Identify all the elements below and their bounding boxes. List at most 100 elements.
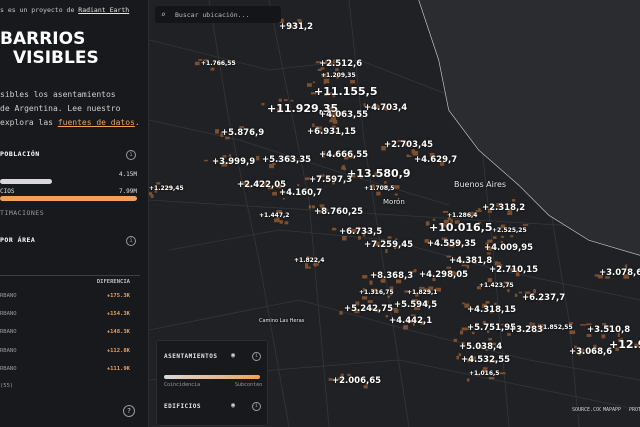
radiant-earth-link[interactable]: Radiant Earth bbox=[78, 6, 129, 14]
settlement-count-label[interactable]: +1.447,2 bbox=[259, 212, 289, 219]
settlement-area bbox=[297, 184, 300, 187]
settlement-count-label[interactable]: +8.368,3 bbox=[370, 271, 413, 281]
table-row[interactable]: RBANO +111.9K bbox=[0, 366, 130, 372]
population-title: POBLACIÓN bbox=[0, 150, 40, 158]
settlement-area bbox=[456, 355, 460, 360]
settlement-count-label[interactable]: +3.068,6 bbox=[569, 347, 612, 357]
eye-icon[interactable]: ◉ bbox=[231, 351, 235, 359]
settlement-count-label[interactable]: +931,2 bbox=[279, 22, 313, 32]
settlement-count-label[interactable]: +4.318,15 bbox=[467, 305, 516, 315]
diff-table-header: DIFERENCIA bbox=[0, 275, 140, 285]
settlement-area bbox=[361, 296, 368, 300]
settlement-count-label[interactable]: +4.703,4 bbox=[364, 103, 407, 113]
settlement-area bbox=[362, 275, 368, 279]
settlement-count-label[interactable]: +5.038,4 bbox=[459, 342, 502, 352]
settlement-count-label[interactable]: +4.063,55 bbox=[319, 110, 368, 120]
settlement-count-label[interactable]: +2.703,45 bbox=[384, 140, 433, 150]
settlement-count-label[interactable]: +1.316,75 bbox=[359, 289, 394, 296]
settlement-area bbox=[507, 212, 513, 215]
settlement-count-label[interactable]: +1.229,45 bbox=[149, 185, 184, 192]
legend-gradient bbox=[164, 375, 260, 379]
settlement-count-label[interactable]: +1.766,55 bbox=[201, 60, 236, 67]
eye-icon[interactable]: ◉ bbox=[231, 401, 235, 409]
settlement-count-label[interactable]: +4.298,05 bbox=[419, 270, 468, 280]
attribution-mapapp[interactable]: MAPAPP bbox=[601, 406, 624, 414]
settlement-count-label[interactable]: +2.710,15 bbox=[489, 265, 538, 275]
settlement-count-label[interactable]: +1.829,1 bbox=[407, 289, 437, 296]
settlement-count-label[interactable]: +3.510,8 bbox=[587, 325, 630, 335]
settlement-count-label[interactable]: +5.363,35 bbox=[262, 155, 311, 165]
intro-text: sibles los asentamientos de Argentina. L… bbox=[0, 90, 140, 127]
settlement-count-label[interactable]: +2.525,25 bbox=[492, 227, 527, 234]
table-row[interactable]: RBANO +112.8K bbox=[0, 348, 130, 354]
settlement-area bbox=[367, 300, 373, 303]
area-info-icon[interactable]: i bbox=[126, 236, 136, 246]
sidebar: s es un proyecto de Radiant Earth BARRIO… bbox=[0, 0, 149, 427]
settlement-area bbox=[488, 338, 493, 341]
settlement-area bbox=[384, 181, 387, 184]
settlement-count-label[interactable]: +1.016,5 bbox=[469, 370, 499, 377]
table-row[interactable]: RBANO +148.3K bbox=[0, 329, 130, 335]
settlement-area bbox=[510, 235, 514, 238]
asentamientos-info-icon[interactable]: i bbox=[252, 352, 261, 361]
legend-asentamientos: ASENTAMIENTOS bbox=[164, 353, 218, 360]
settlement-count-label[interactable]: +5.242,75 bbox=[344, 304, 393, 314]
settlement-count-label[interactable]: +4.009,95 bbox=[484, 243, 533, 253]
settlement-area bbox=[580, 324, 586, 326]
settlement-count-label[interactable]: +10.016,5 bbox=[429, 221, 493, 234]
population-bar-2 bbox=[0, 196, 137, 201]
table-row[interactable]: RBANO +175.3K bbox=[0, 293, 130, 299]
settlement-area bbox=[332, 119, 338, 124]
settlement-count-label[interactable]: +1.822,4 bbox=[294, 257, 324, 264]
settlement-count-label[interactable]: +1.423,75 bbox=[479, 282, 514, 289]
settlement-area bbox=[485, 301, 490, 304]
settlement-count-label[interactable]: +7.597,3 bbox=[309, 175, 352, 185]
settlement-count-label[interactable]: +6.733,5 bbox=[339, 227, 382, 237]
data-sources-link[interactable]: fuentes de datos bbox=[58, 118, 135, 127]
edificios-info-icon[interactable]: i bbox=[252, 402, 261, 411]
settlement-count-label[interactable]: +7.259,45 bbox=[364, 240, 413, 250]
settlement-count-label[interactable]: +2.512,6 bbox=[319, 59, 362, 69]
settlement-area bbox=[499, 372, 506, 375]
settlement-count-label[interactable]: +5.594,5 bbox=[394, 300, 437, 310]
settlement-count-label[interactable]: +4.160,7 bbox=[279, 188, 322, 198]
settlement-area bbox=[283, 99, 288, 102]
settlement-area bbox=[331, 227, 337, 231]
settlement-count-label[interactable]: +6.931,15 bbox=[307, 127, 356, 137]
settlement-count-label[interactable]: +4.629,7 bbox=[414, 155, 457, 165]
attribution-prot[interactable]: PROT bbox=[627, 406, 640, 414]
map-view[interactable]: ⌕ Buscar ubicación... Buenos Aires Morón C… bbox=[149, 0, 640, 427]
settlement-count-label[interactable]: +12.981 bbox=[609, 338, 640, 351]
settlement-count-label[interactable]: +4.442,1 bbox=[389, 316, 432, 326]
settlement-count-label[interactable]: +2.318,2 bbox=[482, 203, 525, 213]
settlement-count-label[interactable]: +1.708,5 bbox=[364, 185, 394, 192]
help-icon[interactable]: ? bbox=[123, 405, 135, 417]
settlement-count-label[interactable]: +8.760,25 bbox=[314, 207, 363, 217]
settlement-area bbox=[150, 194, 154, 198]
settlement-area bbox=[272, 191, 277, 196]
settlement-area bbox=[339, 311, 343, 315]
settlement-count-label[interactable]: +1.852,55 bbox=[538, 324, 573, 331]
settlement-count-label[interactable]: +13.580,9 bbox=[347, 167, 411, 180]
settlement-count-label[interactable]: +2.006,65 bbox=[332, 376, 381, 386]
settlement-count-label[interactable]: +4.532,55 bbox=[461, 355, 510, 365]
settlement-count-label[interactable]: +4.666,55 bbox=[319, 150, 368, 160]
settlement-area bbox=[305, 266, 311, 269]
search-input[interactable]: ⌕ Buscar ubicación... bbox=[155, 6, 281, 23]
settlement-count-label[interactable]: +4.559,35 bbox=[427, 239, 476, 249]
settlement-count-label[interactable]: +3.078,65 bbox=[599, 268, 640, 278]
settlement-count-label[interactable]: +5.876,9 bbox=[221, 128, 264, 138]
settlement-count-label[interactable]: +3.999,9 bbox=[212, 157, 255, 167]
population-info-icon[interactable]: i bbox=[126, 150, 136, 160]
area-title: POR ÁREA bbox=[0, 236, 36, 244]
settlement-count-label[interactable]: +11.155,5 bbox=[314, 85, 378, 98]
settlement-count-label[interactable]: +1.209,35 bbox=[321, 72, 356, 79]
settlement-count-label[interactable]: +4.381,8 bbox=[449, 256, 492, 266]
settlement-count-label[interactable]: +1.286,4 bbox=[447, 212, 477, 219]
settlement-area bbox=[501, 235, 504, 238]
settlement-area bbox=[256, 155, 260, 161]
table-row[interactable]: RBANO +154.3K bbox=[0, 311, 130, 317]
settlement-area bbox=[194, 61, 200, 66]
settlement-count-label[interactable]: +6.237,7 bbox=[522, 293, 565, 303]
settlement-area bbox=[478, 208, 481, 212]
